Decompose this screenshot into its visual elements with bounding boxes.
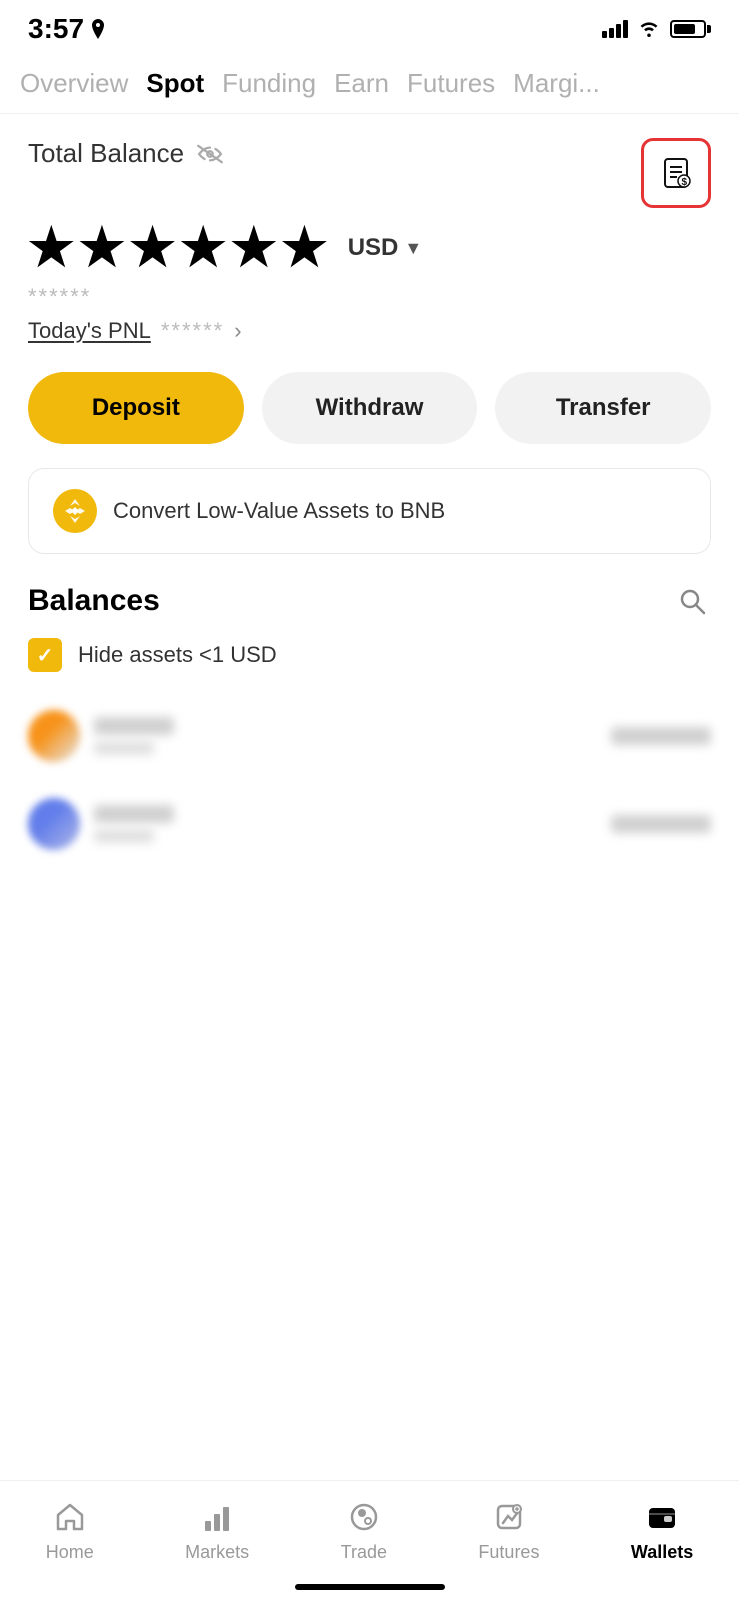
balance-amount-row: ★★★★★★ USD ▼ [28,218,711,278]
nav-home[interactable]: Home [46,1498,94,1563]
markets-icon [195,1498,239,1536]
action-buttons: Deposit Withdraw Transfer [28,372,711,444]
nav-futures-label: Futures [478,1542,539,1563]
nav-home-label: Home [46,1542,94,1563]
checkmark-icon: ✓ [37,643,54,668]
convert-text: Convert Low-Value Assets to BNB [113,498,445,524]
search-icon [677,586,707,616]
balances-section: Balances ✓ Hide assets <1 USD [28,582,711,864]
total-balance-label: Total Balance [28,138,184,169]
main-content: Total Balance $ ★★★★★★ USD ▼ ****** [0,114,739,864]
wifi-icon [638,21,660,37]
nav-markets-label: Markets [185,1542,249,1563]
coin-name-blur-2 [94,805,174,823]
tab-margin[interactable]: Margi... [513,64,618,103]
report-icon: $ [659,156,693,190]
status-time: 3:57 [28,13,106,45]
coin-sub-blur-1 [94,741,154,755]
tab-futures[interactable]: Futures [407,64,513,103]
eye-slash-icon[interactable] [196,144,224,164]
deposit-button[interactable]: Deposit [28,372,244,444]
transfer-button[interactable]: Transfer [495,372,711,444]
withdraw-button[interactable]: Withdraw [262,372,478,444]
hide-assets-label: Hide assets <1 USD [78,642,277,668]
pnl-label: Today's PNL [28,318,151,344]
tab-spot[interactable]: Spot [146,64,222,103]
nav-trade-label: Trade [341,1542,387,1563]
coin-value-blur-2 [611,815,711,833]
report-button[interactable]: $ [641,138,711,208]
hide-assets-checkbox[interactable]: ✓ [28,638,62,672]
trade-icon [342,1498,386,1536]
svg-text:$: $ [682,177,688,188]
nav-tabs: Overview Spot Funding Earn Futures Margi… [0,54,739,114]
status-bar: 3:57 [0,0,739,54]
coin-icon-blue [28,798,80,850]
coin-icon-orange [28,710,80,762]
currency-arrow-icon: ▼ [404,238,422,259]
coin-name-blur-1 [94,717,174,735]
balances-title: Balances [28,584,160,618]
home-bar [295,1584,445,1590]
coin-value-blur-1 [611,727,711,745]
balances-header: Balances [28,582,711,620]
bnb-icon [53,489,97,533]
balance-sub-stars: ****** [28,284,711,310]
tab-overview[interactable]: Overview [20,64,146,103]
signal-bars [602,20,628,38]
balance-item-left [28,710,174,762]
balance-stars: ★★★★★★ [28,218,332,278]
home-icon [48,1498,92,1536]
tab-earn[interactable]: Earn [334,64,407,103]
futures-icon [487,1498,531,1536]
pnl-row[interactable]: Today's PNL ****** › [28,318,711,344]
hide-assets-row[interactable]: ✓ Hide assets <1 USD [28,638,711,672]
coin-info-1 [94,717,174,755]
location-icon [90,19,106,39]
nav-markets[interactable]: Markets [185,1498,249,1563]
balance-item-left-2 [28,798,174,850]
convert-banner[interactable]: Convert Low-Value Assets to BNB [28,468,711,554]
pnl-arrow-icon: › [234,318,241,344]
wallets-icon [640,1498,684,1536]
bottom-nav: Home Markets Trade [0,1480,739,1600]
balance-label-row: Total Balance [28,138,224,169]
currency-label: USD [348,234,399,262]
pnl-stars: ****** [161,318,224,344]
battery-icon [670,20,711,38]
nav-wallets[interactable]: Wallets [631,1498,693,1563]
balance-item[interactable] [28,696,711,776]
balance-header: Total Balance $ [28,138,711,208]
coin-info-2 [94,805,174,843]
currency-selector[interactable]: USD ▼ [348,234,423,262]
balance-item-2[interactable] [28,784,711,864]
status-icons [602,20,711,38]
coin-sub-blur-2 [94,829,154,843]
search-button[interactable] [673,582,711,620]
nav-trade[interactable]: Trade [341,1498,387,1563]
nav-wallets-label: Wallets [631,1542,693,1563]
tab-funding[interactable]: Funding [222,64,334,103]
nav-futures[interactable]: Futures [478,1498,539,1563]
